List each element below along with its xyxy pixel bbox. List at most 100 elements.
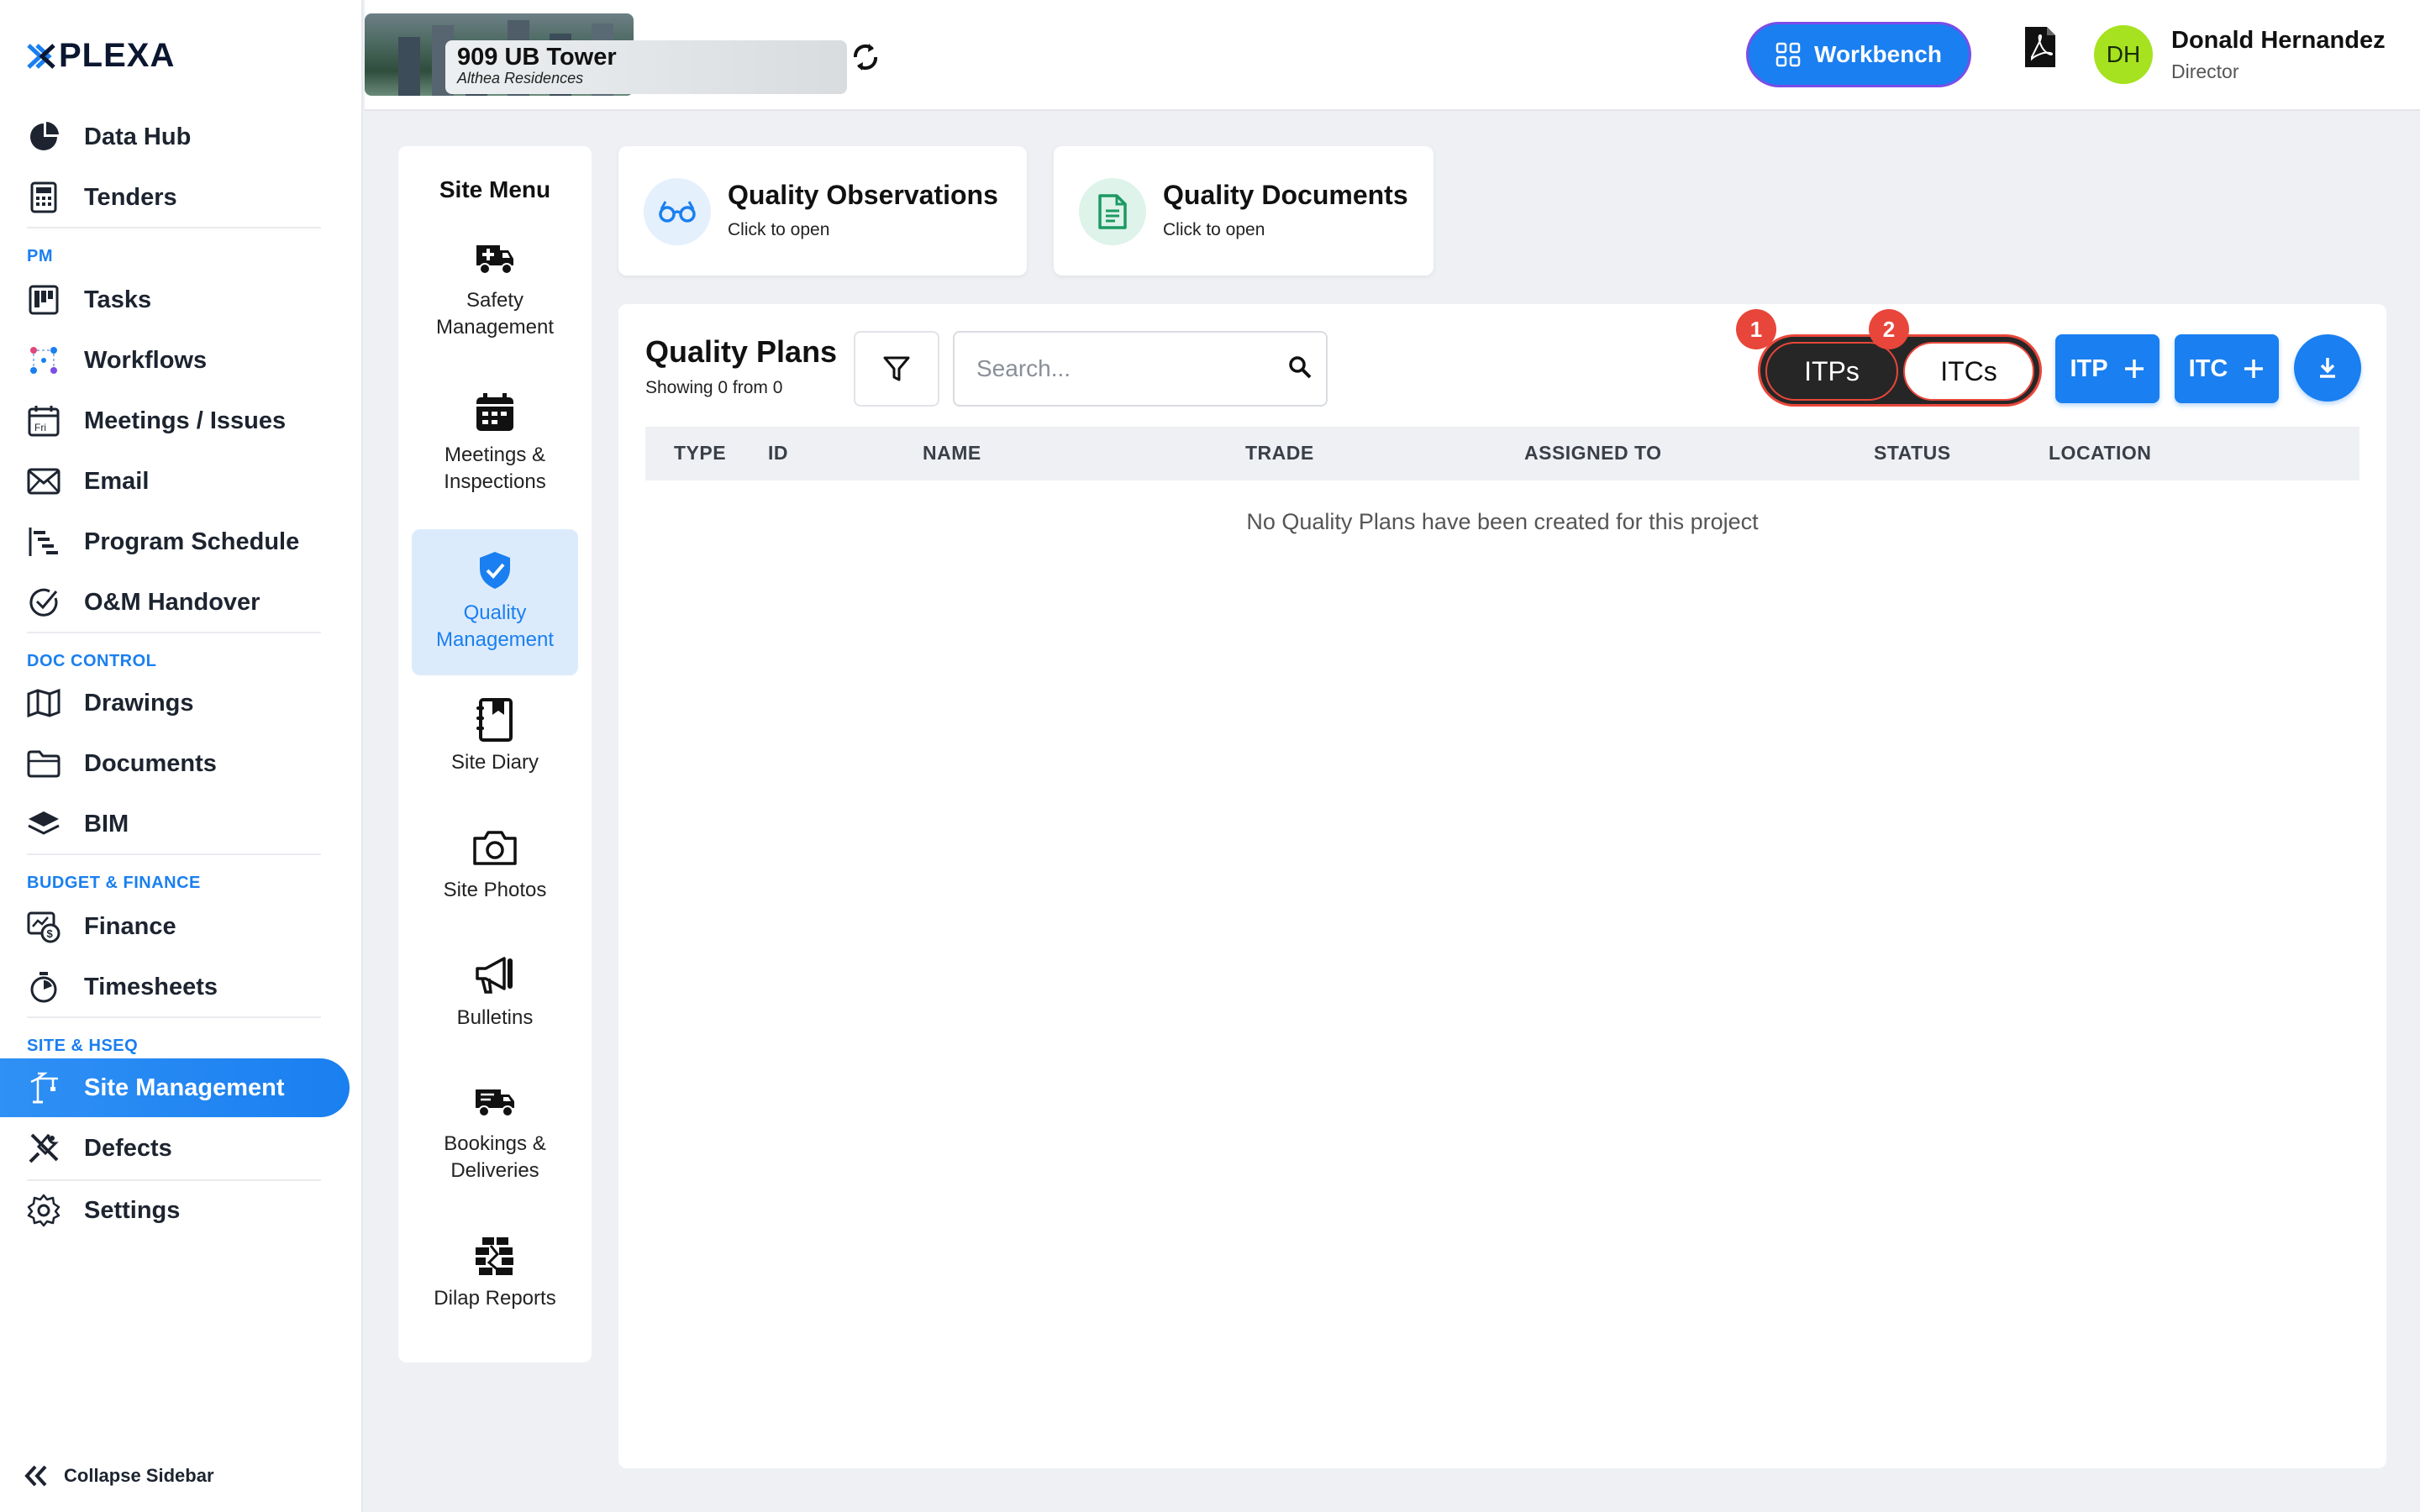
- site-menu-title: Site Menu: [439, 176, 551, 202]
- sidebar-item-email[interactable]: Email: [0, 452, 350, 511]
- sidebar-item-om-handover[interactable]: O&M Handover: [0, 573, 350, 632]
- sidebar-item-settings[interactable]: Settings: [0, 1181, 350, 1240]
- project-name: 909 UB Tower: [457, 44, 617, 71]
- document-icon: [1079, 178, 1146, 245]
- toggle-itcs[interactable]: ITCs: [1903, 342, 2034, 401]
- sidebar-item-label: Finance: [84, 912, 176, 940]
- ambulance-icon: [412, 235, 578, 281]
- sidebar-item-timesheets[interactable]: Timesheets: [0, 958, 350, 1016]
- workbench-label: Workbench: [1814, 41, 1942, 67]
- plus-icon: [2124, 360, 2144, 378]
- add-itp-button[interactable]: ITP: [2055, 334, 2160, 403]
- svg-text:Fri: Fri: [34, 422, 46, 433]
- site-menu-item-bulletins[interactable]: Bulletins: [412, 953, 578, 1032]
- section-site-hseq: SITE & HSEQ: [27, 1037, 139, 1055]
- site-menu-label: Bookings & Deliveries: [444, 1132, 546, 1182]
- toggle-itps[interactable]: ITPs: [1765, 342, 1898, 401]
- layers-icon: [25, 806, 62, 843]
- sidebar-item-defects[interactable]: Defects: [0, 1119, 350, 1178]
- quality-documents-card[interactable]: Quality Documents Click to open: [1054, 146, 1434, 276]
- column-header-status[interactable]: STATUS: [1874, 442, 1951, 465]
- pie-chart-icon: [25, 118, 62, 155]
- step-badge-1: 1: [1736, 309, 1776, 349]
- column-header-location[interactable]: LOCATION: [2049, 442, 2151, 465]
- column-header-type[interactable]: TYPE: [674, 442, 726, 465]
- double-chevron-left-icon: [24, 1465, 47, 1487]
- sidebar-item-drawings[interactable]: Drawings: [0, 674, 350, 732]
- camera-icon: [412, 825, 578, 870]
- sidebar-item-tasks[interactable]: Tasks: [0, 270, 350, 329]
- search-input[interactable]: [953, 331, 1328, 407]
- site-menu-item-bookings-deliveries[interactable]: Bookings & Deliveries: [412, 1079, 578, 1184]
- card-subtitle: Click to open: [1163, 220, 1265, 239]
- grid-icon: [1776, 42, 1801, 67]
- sidebar-item-program-schedule[interactable]: Program Schedule: [0, 512, 350, 571]
- shield-check-icon: [412, 548, 578, 593]
- add-itc-label: ITC: [2188, 354, 2228, 382]
- site-menu-item-safety-management[interactable]: Safety Management: [412, 235, 578, 341]
- sidebar-item-label: Workflows: [84, 346, 208, 374]
- site-menu-item-site-diary[interactable]: Site Diary: [412, 697, 578, 776]
- sidebar-item-finance[interactable]: $ Finance: [0, 897, 350, 956]
- quality-observations-card[interactable]: Quality Observations Click to open: [618, 146, 1027, 276]
- site-menu-item-meetings-inspections[interactable]: Meetings & Inspections: [412, 390, 578, 496]
- app-logo[interactable]: PLEXA: [27, 37, 175, 75]
- add-itp-label: ITP: [2070, 354, 2108, 382]
- calculator-icon: [25, 179, 62, 216]
- filter-icon: [883, 356, 910, 381]
- search-icon[interactable]: [1287, 354, 1313, 384]
- glasses-icon: [644, 178, 711, 245]
- filter-button[interactable]: [854, 331, 939, 407]
- plus-icon: [2244, 360, 2264, 378]
- sidebar-item-label: Data Hub: [84, 123, 192, 150]
- results-count: Showing 0 from 0: [645, 378, 783, 397]
- column-header-name[interactable]: NAME: [923, 442, 981, 465]
- sidebar-item-label: Tenders: [84, 183, 177, 211]
- sidebar-item-label: Defects: [84, 1134, 172, 1162]
- user-name: Donald Hernandez: [2171, 27, 2386, 54]
- sidebar-item-bim[interactable]: BIM: [0, 795, 350, 853]
- project-selector[interactable]: 909 UB Tower Althea Residences: [445, 40, 847, 94]
- add-itc-button[interactable]: ITC: [2175, 334, 2279, 403]
- collapse-sidebar-button[interactable]: Collapse Sidebar: [24, 1465, 214, 1487]
- top-bar: 909 UB Tower Althea Residences Workbench…: [365, 0, 2420, 111]
- table-header: TYPE ID NAME TRADE ASSIGNED TO STATUS LO…: [645, 427, 2360, 480]
- sidebar-divider: [27, 853, 321, 855]
- finance-icon: $: [25, 908, 62, 945]
- site-menu-panel: Site Menu Safety Management Meetings & I…: [398, 146, 592, 1362]
- sidebar-item-label: Timesheets: [84, 973, 218, 1000]
- site-menu-item-dilap-reports[interactable]: Dilap Reports: [412, 1233, 578, 1312]
- calendar-icon: Fri: [25, 402, 62, 439]
- svg-text:$: $: [47, 927, 54, 940]
- sidebar-item-label: Settings: [84, 1196, 181, 1224]
- sidebar-item-meetings-issues[interactable]: Fri Meetings / Issues: [0, 391, 350, 450]
- site-menu-item-quality-management[interactable]: Quality Management: [412, 529, 578, 675]
- pdf-icon[interactable]: [2023, 25, 2057, 73]
- brick-wall-icon: [412, 1233, 578, 1278]
- sidebar-item-label: BIM: [84, 810, 129, 837]
- quality-plans-panel: Quality Plans Showing 0 from 0 ITPs ITCs…: [618, 304, 2386, 1468]
- column-header-id[interactable]: ID: [768, 442, 788, 465]
- sync-icon[interactable]: [850, 40, 881, 78]
- collapse-sidebar-label: Collapse Sidebar: [64, 1465, 214, 1486]
- sidebar-item-data-hub[interactable]: Data Hub: [0, 108, 350, 166]
- column-header-assigned-to[interactable]: ASSIGNED TO: [1524, 442, 1662, 465]
- sidebar-item-documents[interactable]: Documents: [0, 734, 350, 793]
- workbench-button[interactable]: Workbench: [1746, 22, 1971, 87]
- sidebar-item-tenders[interactable]: Tenders: [0, 168, 350, 227]
- avatar[interactable]: DH: [2094, 25, 2153, 84]
- download-button[interactable]: [2294, 334, 2361, 402]
- site-menu-label: Site Photos: [443, 879, 547, 901]
- sidebar-item-site-management[interactable]: Site Management: [0, 1058, 350, 1117]
- sidebar-item-workflows[interactable]: Workflows: [0, 331, 350, 390]
- sidebar-item-label: O&M Handover: [84, 588, 260, 616]
- step-badge-2: 2: [1869, 309, 1909, 349]
- sidebar-divider: [27, 1016, 321, 1018]
- sidebar-item-label: Email: [84, 467, 150, 495]
- gantt-icon: [25, 523, 62, 560]
- download-icon: [2320, 358, 2335, 378]
- column-header-trade[interactable]: TRADE: [1245, 442, 1314, 465]
- site-menu-item-site-photos[interactable]: Site Photos: [412, 825, 578, 904]
- envelope-icon: [25, 463, 62, 500]
- workflow-icon: [25, 342, 62, 379]
